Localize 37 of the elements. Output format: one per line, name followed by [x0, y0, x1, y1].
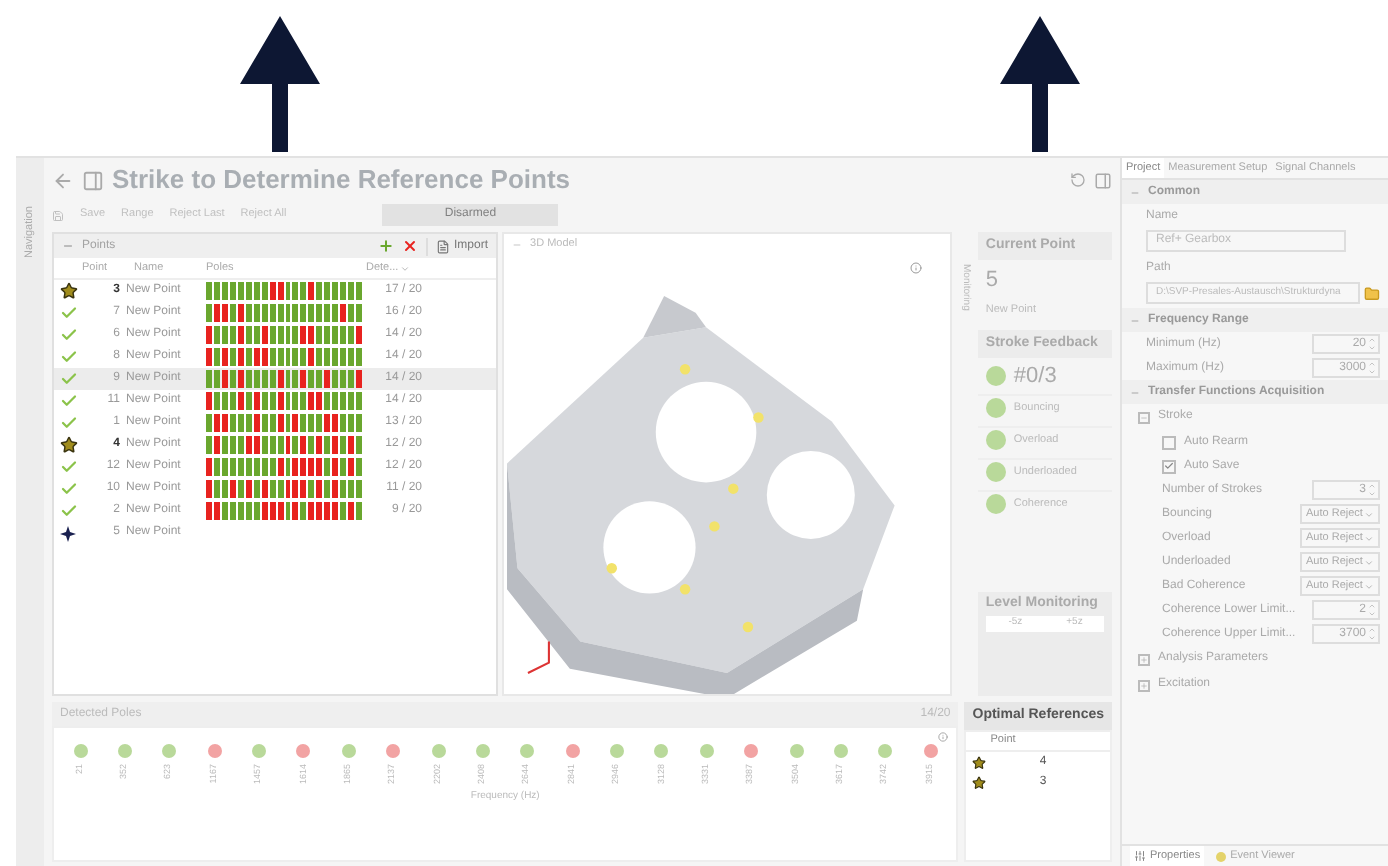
- up-arrow: [240, 16, 320, 152]
- point-number: 5: [983, 266, 1001, 296]
- collapse-icon: [1130, 315, 1140, 325]
- info-icon[interactable]: [938, 732, 949, 742]
- delete-icon[interactable]: [402, 238, 419, 254]
- crosshair-icon: [60, 525, 76, 541]
- document-icon: [436, 239, 451, 253]
- caret-icon: [1364, 509, 1374, 519]
- collapse-icon: [62, 240, 74, 252]
- properties-icon: [1134, 850, 1146, 862]
- collapse-icon: [512, 239, 523, 249]
- caret-icon: [1364, 557, 1374, 567]
- info-icon[interactable]: [910, 262, 923, 274]
- collapse-icon: [1130, 387, 1140, 397]
- expand-icon: [1140, 655, 1148, 663]
- caret-icon: [1364, 533, 1374, 543]
- star-icon: [59, 282, 77, 300]
- panel-icon[interactable]: [82, 169, 104, 191]
- expand-icon: [1140, 681, 1148, 689]
- collapse-icon: [1130, 187, 1140, 197]
- star-icon: [971, 775, 986, 789]
- collapse-icon: [1140, 413, 1148, 421]
- layout-icon[interactable]: [1094, 171, 1112, 189]
- sort-icon: [400, 263, 411, 273]
- add-icon[interactable]: [378, 238, 395, 254]
- reset-icon[interactable]: [1070, 172, 1086, 188]
- checkbox[interactable]: [1162, 435, 1176, 449]
- caret-icon: [1364, 581, 1374, 591]
- back-icon[interactable]: [52, 169, 74, 191]
- page-title: Strike to Determine Reference Points: [112, 162, 571, 199]
- checkbox[interactable]: [1162, 459, 1176, 473]
- up-arrow: [1000, 16, 1080, 152]
- save-icon: [52, 209, 64, 221]
- folder-icon[interactable]: [1364, 285, 1380, 301]
- star-icon: [971, 755, 986, 769]
- stroke-count: #0/3: [1013, 361, 1057, 391]
- star-icon: [59, 436, 77, 454]
